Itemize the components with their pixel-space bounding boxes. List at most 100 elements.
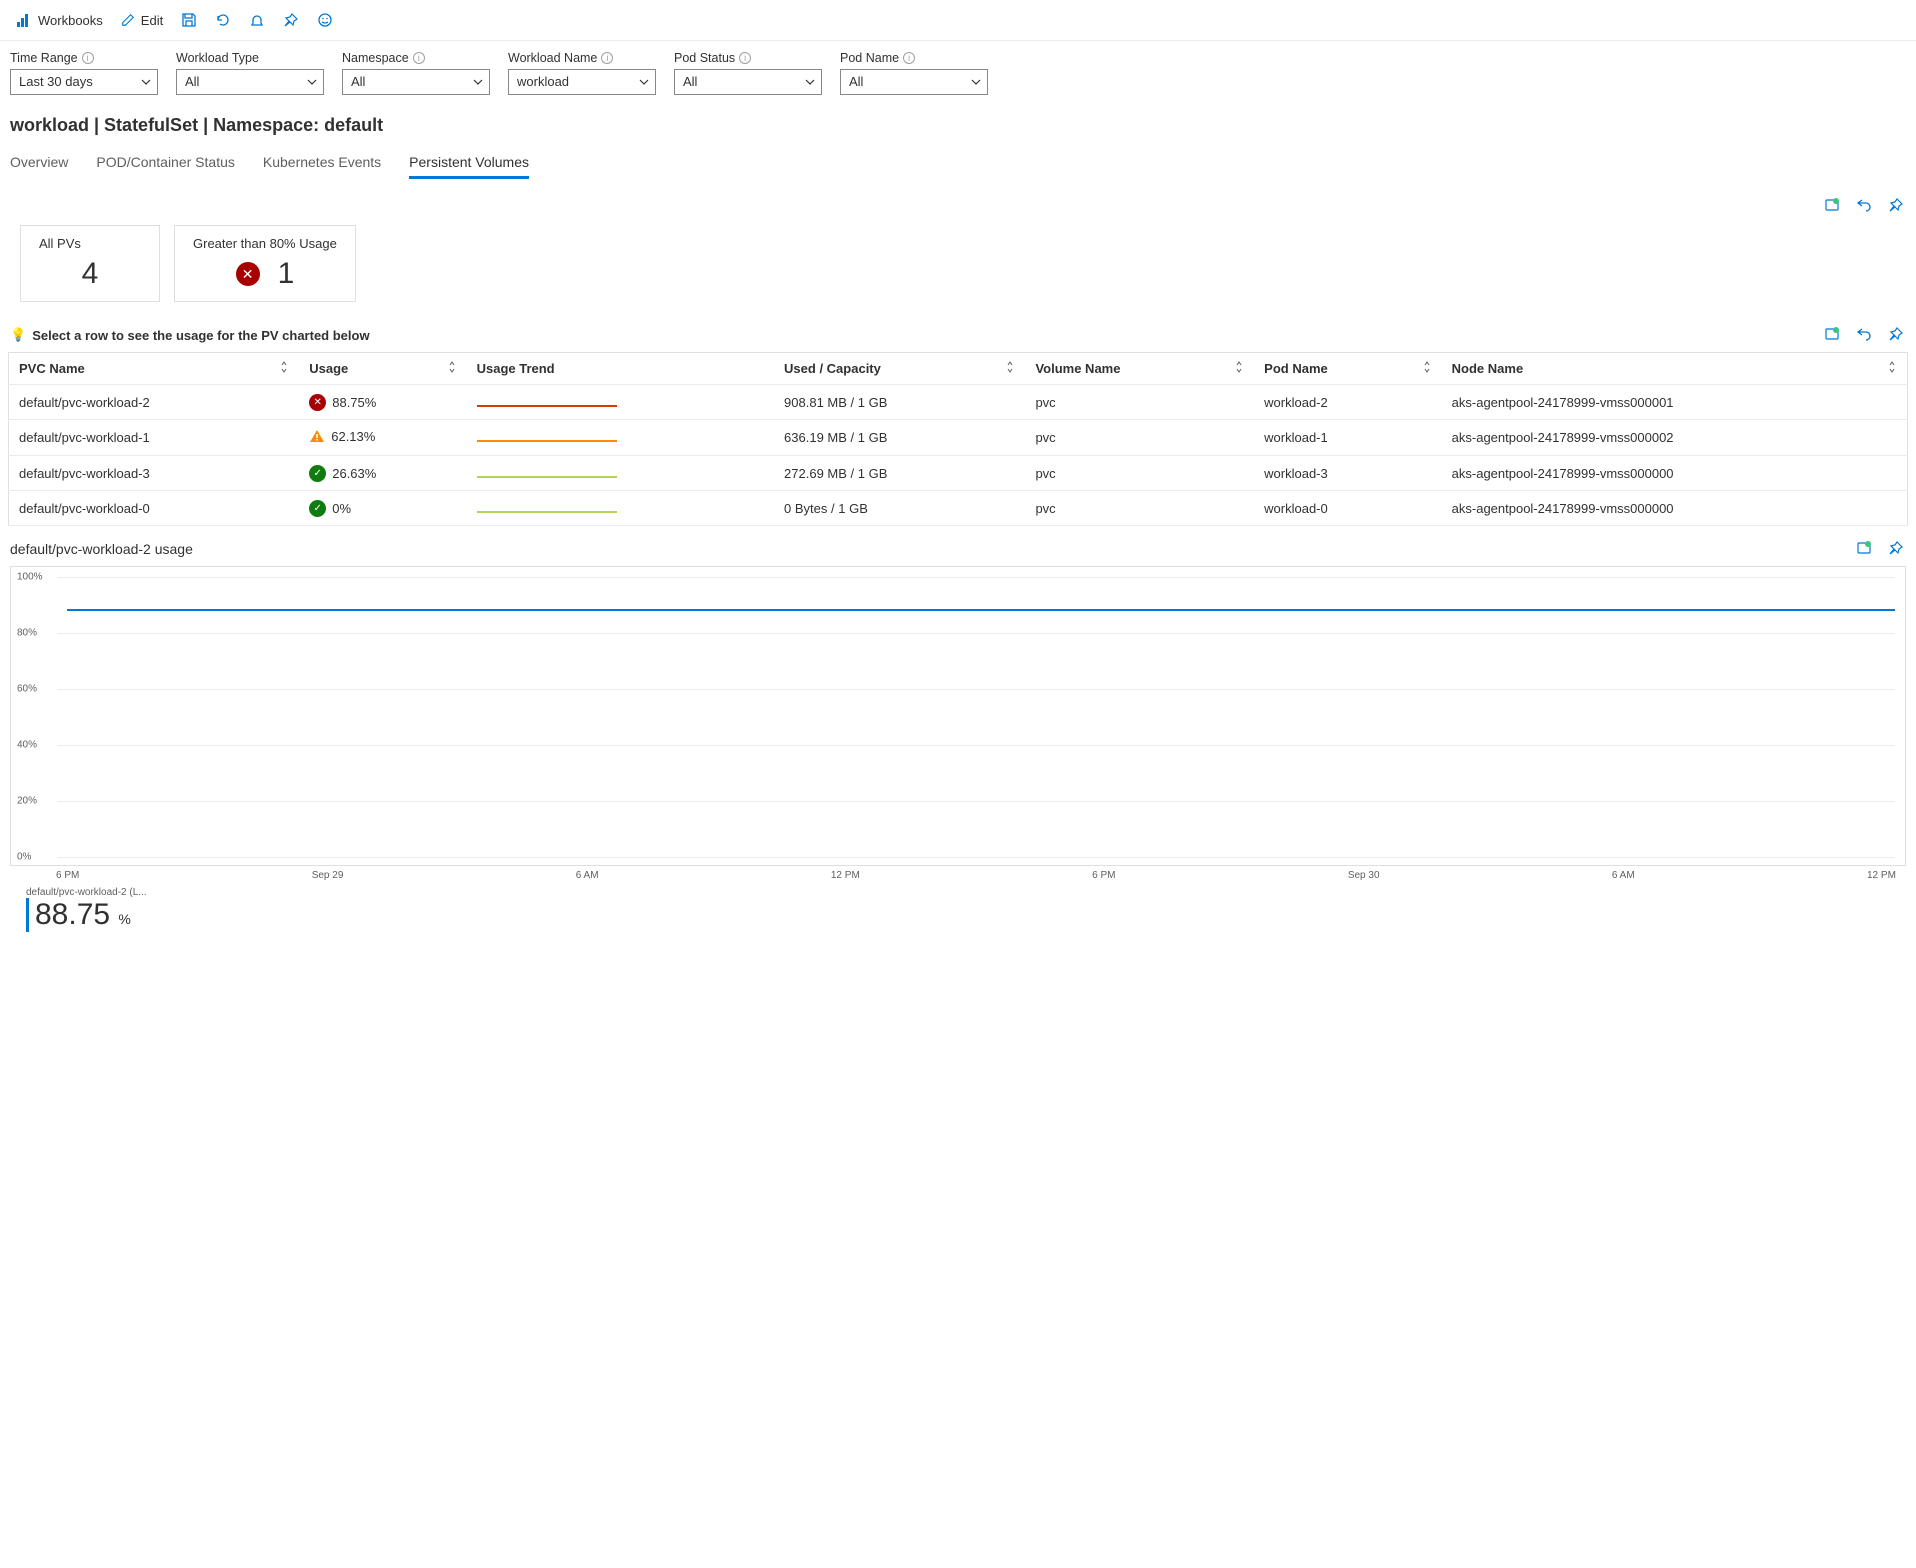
used-cell: 636.19 MB / 1 GB — [774, 420, 1025, 456]
workbooks-button[interactable]: Workbooks — [10, 8, 109, 32]
volume-cell: pvc — [1025, 491, 1254, 526]
status-icon: ✕ — [309, 394, 326, 411]
pod-name-select[interactable]: All — [840, 69, 988, 95]
grid-line — [57, 745, 1895, 746]
workbooks-label: Workbooks — [38, 13, 103, 28]
column-header[interactable]: PVC Name — [9, 353, 300, 385]
info-icon: i — [82, 52, 94, 64]
chevron-down-icon — [473, 77, 483, 87]
pin-button[interactable] — [1888, 540, 1906, 558]
undo-button[interactable] — [1856, 326, 1874, 344]
usage-cell: 62.13% — [299, 420, 466, 456]
sort-icon — [1422, 361, 1432, 373]
x-tick: 6 PM — [56, 870, 79, 881]
column-header[interactable]: Node Name — [1442, 353, 1908, 385]
sort-icon — [1887, 361, 1897, 373]
pod-status-label: Pod Statusi — [674, 51, 822, 65]
summary-cards: All PVs 4 Greater than 80% Usage ✕ 1 — [0, 215, 1916, 312]
time-range-select[interactable]: Last 30 days — [10, 69, 158, 95]
trend-cell — [467, 420, 774, 456]
volume-cell: pvc — [1025, 420, 1254, 456]
trend-cell — [467, 491, 774, 526]
x-tick: 12 PM — [831, 870, 860, 881]
chevron-down-icon — [971, 77, 981, 87]
x-tick: 6 AM — [576, 870, 599, 881]
sort-icon — [1234, 361, 1244, 373]
refresh-button[interactable] — [209, 6, 237, 34]
column-header[interactable]: Usage Trend — [467, 353, 774, 385]
feedback-button[interactable] — [311, 6, 339, 34]
node-cell: aks-agentpool-24178999-vmss000001 — [1442, 385, 1908, 420]
trend-cell — [467, 385, 774, 420]
namespace-select[interactable]: All — [342, 69, 490, 95]
workbooks-icon — [16, 12, 32, 28]
usage-chart[interactable]: 0%20%40%60%80%100% — [10, 566, 1906, 866]
usage-cell: ✓ 26.63% — [299, 456, 466, 491]
card-label: All PVs — [39, 236, 141, 251]
pod-status-select[interactable]: All — [674, 69, 822, 95]
column-header[interactable]: Used / Capacity — [774, 353, 1025, 385]
info-icon: i — [739, 52, 751, 64]
x-tick: 12 PM — [1867, 870, 1896, 881]
info-icon: i — [601, 52, 613, 64]
chevron-down-icon — [141, 77, 151, 87]
card-all-pvs[interactable]: All PVs 4 — [20, 225, 160, 302]
pvc-name-cell: default/pvc-workload-2 — [9, 385, 300, 420]
table-row[interactable]: default/pvc-workload-0✓ 0%0 Bytes / 1 GB… — [9, 491, 1908, 526]
volume-cell: pvc — [1025, 385, 1254, 420]
used-cell: 0 Bytes / 1 GB — [774, 491, 1025, 526]
section-actions — [0, 187, 1916, 215]
edit-button[interactable]: Edit — [115, 9, 169, 32]
legend-value: 88.75 % — [26, 898, 1890, 932]
table-row[interactable]: default/pvc-workload-3✓ 26.63%272.69 MB … — [9, 456, 1908, 491]
y-tick: 20% — [17, 796, 37, 807]
column-header[interactable]: Volume Name — [1025, 353, 1254, 385]
filters-row: Time Rangei Last 30 days Workload Type A… — [0, 41, 1916, 101]
pin-button[interactable] — [1888, 326, 1906, 344]
pin-button[interactable] — [1888, 197, 1906, 215]
column-header[interactable]: Pod Name — [1254, 353, 1442, 385]
alert-button[interactable] — [243, 6, 271, 34]
pod-name-label: Pod Namei — [840, 51, 988, 65]
y-tick: 80% — [17, 628, 37, 639]
pvc-name-cell: default/pvc-workload-3 — [9, 456, 300, 491]
y-tick: 40% — [17, 740, 37, 751]
warning-icon — [309, 428, 325, 444]
pin-icon — [283, 12, 299, 28]
card-label: Greater than 80% Usage — [193, 236, 337, 251]
log-analytics-button[interactable] — [1824, 197, 1842, 215]
column-header[interactable]: Usage — [299, 353, 466, 385]
workload-name-label: Workload Namei — [508, 51, 656, 65]
log-analytics-button[interactable] — [1856, 540, 1874, 558]
tabs: Overview POD/Container Status Kubernetes E… — [0, 142, 1916, 187]
grid-line — [57, 577, 1895, 578]
smiley-icon — [317, 12, 333, 28]
pin-toolbar-button[interactable] — [277, 6, 305, 34]
tab-overview[interactable]: Overview — [10, 148, 68, 179]
table-row[interactable]: default/pvc-workload-1 62.13%636.19 MB /… — [9, 420, 1908, 456]
trend-cell — [467, 456, 774, 491]
workload-name-select[interactable]: workload — [508, 69, 656, 95]
card-gt80[interactable]: Greater than 80% Usage ✕ 1 — [174, 225, 356, 302]
used-cell: 908.81 MB / 1 GB — [774, 385, 1025, 420]
info-icon: i — [903, 52, 915, 64]
log-analytics-button[interactable] — [1824, 326, 1842, 344]
sort-icon — [1005, 361, 1015, 373]
pvc-name-cell: default/pvc-workload-0 — [9, 491, 300, 526]
undo-button[interactable] — [1856, 197, 1874, 215]
pod-cell: workload-0 — [1254, 491, 1442, 526]
chart-legend: default/pvc-workload-2 (L... 88.75 % — [10, 881, 1906, 938]
namespace-label: Namespacei — [342, 51, 490, 65]
workload-type-select[interactable]: All — [176, 69, 324, 95]
tab-persistent-volumes[interactable]: Persistent Volumes — [409, 148, 529, 179]
workload-type-label: Workload Type — [176, 51, 324, 65]
save-button[interactable] — [175, 6, 203, 34]
tab-pod-container-status[interactable]: POD/Container Status — [96, 148, 235, 179]
x-tick: Sep 29 — [312, 870, 344, 881]
grid-line — [57, 801, 1895, 802]
table-row[interactable]: default/pvc-workload-2✕ 88.75%908.81 MB … — [9, 385, 1908, 420]
grid-line — [57, 857, 1895, 858]
tab-kubernetes-events[interactable]: Kubernetes Events — [263, 148, 381, 179]
node-cell: aks-agentpool-24178999-vmss000000 — [1442, 491, 1908, 526]
sort-icon — [447, 361, 457, 373]
